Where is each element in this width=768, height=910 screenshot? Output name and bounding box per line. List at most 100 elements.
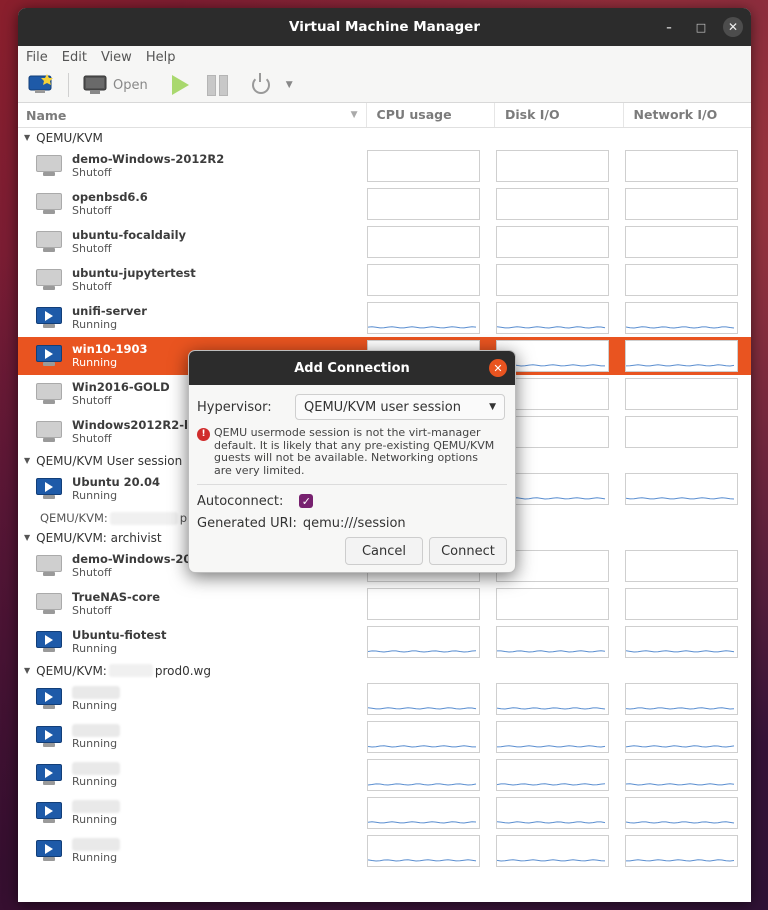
vm-running-icon (36, 726, 62, 748)
vm-shutoff-icon (36, 383, 62, 405)
disk-graph (496, 683, 609, 715)
connect-button[interactable]: Connect (429, 537, 507, 565)
disk-graph (496, 797, 609, 829)
network-graph (625, 588, 738, 620)
vm-running-icon (36, 840, 62, 862)
vm-row[interactable]: TrueNAS-core Shutoff (18, 585, 751, 623)
dialog-close-icon[interactable]: ✕ (489, 359, 507, 377)
close-icon[interactable]: ✕ (723, 17, 743, 37)
vm-running-icon (36, 631, 62, 653)
vm-status: Shutoff (72, 242, 112, 255)
vm-status: Running (72, 356, 118, 369)
cpu-graph (367, 588, 480, 620)
chevron-down-icon[interactable]: ▼ (286, 80, 293, 90)
cpu-graph (367, 797, 480, 829)
column-disk[interactable]: Disk I/O (494, 103, 622, 127)
expander-icon[interactable]: ▼ (24, 533, 30, 542)
expander-icon[interactable]: ▼ (24, 666, 30, 675)
hypervisor-select[interactable]: QEMU/KVM user session ▼ (295, 394, 505, 420)
new-vm-icon[interactable] (28, 73, 54, 97)
maximize-icon[interactable]: □ (691, 17, 711, 37)
vm-row[interactable]: demo-Windows-2012R2 Shutoff (18, 147, 751, 185)
vm-name: Ubuntu-fiotest (72, 628, 167, 642)
vm-row[interactable]: Running (18, 832, 751, 870)
vm-row[interactable]: ubuntu-focaldaily Shutoff (18, 223, 751, 261)
dialog-title-bar: Add Connection ✕ (189, 351, 515, 385)
hypervisor-value: QEMU/KVM user session (304, 399, 461, 415)
title-bar[interactable]: Virtual Machine Manager – □ ✕ (18, 8, 751, 46)
pause-icon[interactable] (206, 74, 228, 96)
column-cpu[interactable]: CPU usage (365, 103, 494, 127)
autoconnect-checkbox[interactable]: ✓ (299, 494, 314, 508)
cancel-button[interactable]: Cancel (345, 537, 423, 565)
vm-name-redacted (72, 762, 120, 775)
network-graph (625, 340, 738, 372)
vm-row[interactable]: Running (18, 718, 751, 756)
expander-icon[interactable]: ▼ (24, 456, 30, 465)
warning-line: QEMU usermode session is not the virt-ma… (214, 426, 481, 439)
open-button[interactable]: Open (113, 78, 148, 93)
uri-value: qemu:///session (302, 515, 406, 531)
window-controls: – □ ✕ (659, 17, 743, 37)
warning-line: are very limited. (214, 463, 305, 477)
vm-status: Running (72, 318, 118, 331)
vm-name-redacted (72, 838, 120, 851)
vm-running-icon (36, 478, 62, 500)
vm-row[interactable]: Running (18, 794, 751, 832)
group-label-suffix: prod0.wg (154, 663, 211, 678)
vm-status: Shutoff (72, 394, 112, 407)
open-console-icon[interactable] (83, 74, 107, 96)
network-graph (625, 473, 738, 505)
vm-status: Running (72, 642, 118, 655)
redacted-host (109, 511, 178, 525)
disk-graph (496, 150, 609, 182)
vm-row[interactable]: unifi-server Running (18, 299, 751, 337)
connection-group[interactable]: ▼ QEMU/KVM (18, 128, 751, 147)
vm-row[interactable]: Ubuntu-fiotest Running (18, 623, 751, 661)
group-label: QEMU/KVM User session (36, 453, 183, 468)
cpu-graph (367, 626, 480, 658)
connection-label: QEMU/KVM: (40, 511, 108, 525)
disk-graph (496, 226, 609, 258)
network-graph (625, 226, 738, 258)
menu-help[interactable]: Help (146, 50, 176, 65)
dialog-title: Add Connection (294, 360, 410, 376)
vm-row[interactable]: ubuntu-jupytertest Shutoff (18, 261, 751, 299)
disk-graph (496, 721, 609, 753)
minimize-icon[interactable]: – (659, 17, 679, 37)
vm-shutoff-icon (36, 155, 62, 177)
column-name[interactable]: Name ▼ (18, 108, 366, 123)
run-icon[interactable] (171, 75, 189, 95)
disk-graph (496, 264, 609, 296)
cpu-graph (367, 683, 480, 715)
disk-graph (496, 188, 609, 220)
vm-row[interactable]: openbsd6.6 Shutoff (18, 185, 751, 223)
vm-status: Shutoff (72, 604, 112, 617)
vm-name: openbsd6.6 (72, 190, 148, 204)
menu-edit[interactable]: Edit (62, 50, 87, 65)
column-network[interactable]: Network I/O (622, 103, 751, 127)
vm-shutoff-icon (36, 269, 62, 291)
disk-graph (496, 302, 609, 334)
vm-row[interactable]: Running (18, 680, 751, 718)
disk-graph (496, 626, 609, 658)
cpu-graph (367, 721, 480, 753)
vm-shutoff-icon (36, 593, 62, 615)
vm-status: Shutoff (72, 204, 112, 217)
connection-group[interactable]: ▼ QEMU/KVM: prod0.wg (18, 661, 751, 680)
disk-graph (496, 835, 609, 867)
vm-status: Running (72, 699, 118, 712)
menu-file[interactable]: File (26, 50, 48, 65)
vm-shutoff-icon (36, 421, 62, 443)
expander-icon[interactable]: ▼ (24, 133, 30, 142)
network-graph (625, 759, 738, 791)
vm-running-icon (36, 688, 62, 710)
network-graph (625, 683, 738, 715)
network-graph (625, 721, 738, 753)
menu-bar: File Edit View Help (18, 46, 751, 68)
network-graph (625, 835, 738, 867)
shutdown-icon[interactable] (251, 73, 270, 94)
menu-view[interactable]: View (101, 50, 132, 65)
vm-row[interactable]: Running (18, 756, 751, 794)
vm-running-icon (36, 345, 62, 367)
